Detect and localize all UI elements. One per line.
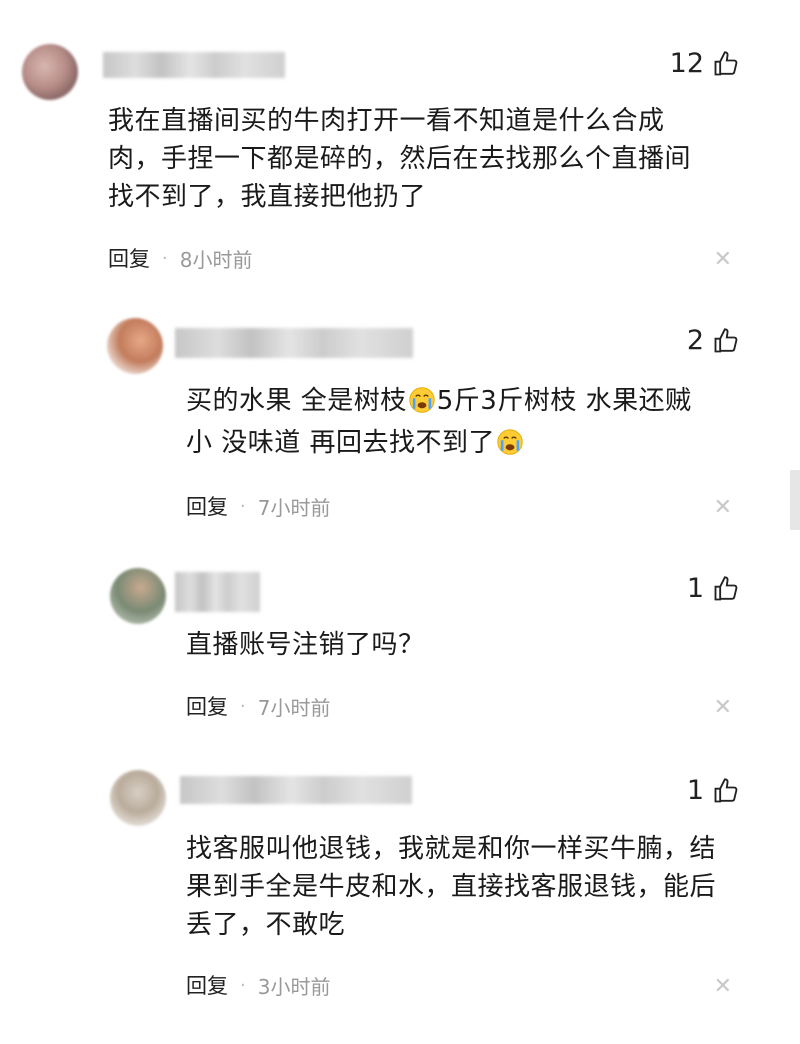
comment-line: 丢了，不敢吃	[186, 910, 346, 940]
separator-dot: ·	[240, 495, 246, 517]
comment-line: 小 没味道 再回去找不到了	[186, 422, 692, 464]
reply-button[interactable]: 回复	[108, 243, 150, 273]
username-blurred[interactable]	[175, 328, 413, 358]
close-icon[interactable]: ✕	[714, 495, 732, 520]
comment-meta: 回复 · 8小时前	[108, 243, 252, 273]
close-icon[interactable]: ✕	[714, 695, 732, 720]
comment-line: 果到手全是牛皮和水，直接找客服退钱，能后	[186, 872, 717, 902]
scrollbar[interactable]	[790, 470, 800, 530]
comment-line: 我在直播间买的牛肉打开一看不知道是什么合成	[108, 106, 665, 136]
timestamp: 3小时前	[257, 974, 331, 999]
like-count: 12	[669, 48, 704, 79]
thumbs-up-icon	[714, 50, 738, 75]
reply-button[interactable]: 回复	[186, 970, 228, 1000]
separator-dot: ·	[240, 695, 246, 717]
comment-text: 我在直播间买的牛肉打开一看不知道是什么合成 肉，手捏一下都是碎的，然后在去找那么…	[108, 102, 691, 216]
text-segment: 买的水果 全是树枝	[186, 386, 407, 416]
timestamp: 7小时前	[257, 495, 331, 520]
like-count: 2	[686, 325, 704, 356]
crying-face-emoji	[497, 429, 523, 455]
thumbs-up-icon	[714, 575, 738, 600]
timestamp: 8小时前	[179, 247, 253, 272]
comment-line: 直播账号注销了吗？	[186, 630, 425, 660]
username-blurred[interactable]	[103, 52, 285, 78]
thumbs-up-icon	[714, 777, 738, 802]
comment-meta: 回复 · 3小时前	[186, 970, 330, 1000]
close-icon[interactable]: ✕	[714, 247, 732, 272]
like-button[interactable]: 2	[687, 325, 740, 356]
like-count: 1	[686, 573, 704, 604]
separator-dot: ·	[162, 247, 168, 269]
reply-button[interactable]: 回复	[186, 491, 228, 521]
username-blurred[interactable]	[175, 572, 260, 612]
like-button[interactable]: 1	[687, 573, 740, 604]
text-segment: 5斤3斤树枝 水果还贼	[436, 386, 692, 416]
comment-line: 找不到了，我直接把他扔了	[108, 182, 427, 212]
thumbs-up-icon	[714, 327, 738, 352]
comment-line: 买的水果 全是树枝 5斤3斤树枝 水果还贼	[186, 380, 692, 422]
avatar[interactable]	[22, 44, 78, 100]
like-button[interactable]: 12	[670, 48, 740, 79]
reply-button[interactable]: 回复	[186, 691, 228, 721]
username-blurred[interactable]	[180, 776, 412, 804]
like-count: 1	[686, 775, 704, 806]
comment-line: 找客服叫他退钱，我就是和你一样买牛腩，结	[186, 834, 717, 864]
separator-dot: ·	[240, 974, 246, 996]
comment-line: 肉，手捏一下都是碎的，然后在去找那么个直播间	[108, 144, 692, 174]
timestamp: 7小时前	[257, 695, 331, 720]
like-button[interactable]: 1	[687, 775, 740, 806]
text-segment: 小 没味道 再回去找不到了	[186, 428, 496, 458]
comment-meta: 回复 · 7小时前	[186, 691, 330, 721]
comment-meta: 回复 · 7小时前	[186, 491, 330, 521]
avatar[interactable]	[110, 770, 166, 826]
crying-face-emoji	[409, 387, 435, 413]
avatar[interactable]	[107, 318, 163, 374]
close-icon[interactable]: ✕	[714, 974, 732, 999]
comment-text: 买的水果 全是树枝 5斤3斤树枝 水果还贼 小 没味道 再回去找不到了	[186, 380, 692, 464]
comment-text: 直播账号注销了吗？	[186, 626, 425, 664]
avatar[interactable]	[110, 568, 166, 624]
comment-text: 找客服叫他退钱，我就是和你一样买牛腩，结 果到手全是牛皮和水，直接找客服退钱，能…	[186, 830, 716, 944]
